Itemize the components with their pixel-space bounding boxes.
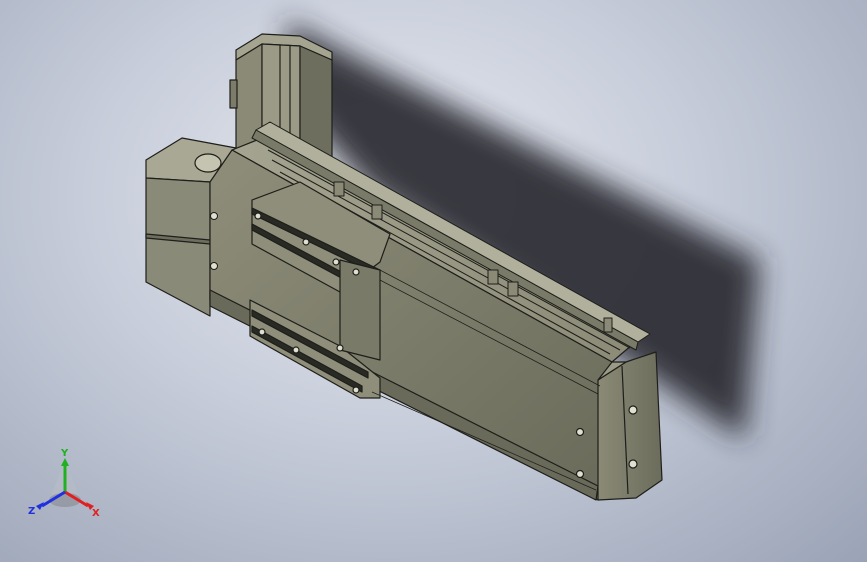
endcap-bolt-4	[575, 469, 585, 479]
endcap-bolt-3	[575, 427, 585, 437]
z-axis-label: Z	[28, 506, 35, 517]
housing-bolt-1	[210, 212, 218, 220]
carriage-bolt-5	[258, 328, 266, 336]
carriage-bolt-1	[254, 212, 262, 220]
axis-triad[interactable]: Y X Z	[28, 448, 102, 522]
carriage-bolt-3	[332, 258, 340, 266]
endcap-bolt-2	[628, 459, 638, 469]
y-axis-head	[61, 458, 69, 466]
endcap-bolt-1	[628, 405, 638, 415]
cad-viewport[interactable]: Y X Z	[0, 0, 867, 562]
carriage-bolt-4	[352, 268, 360, 276]
carriage-bolt-8	[352, 386, 360, 394]
x-axis-label: X	[92, 508, 100, 519]
linear-actuator-model[interactable]	[0, 0, 867, 562]
carriage-bolt-6	[292, 346, 300, 354]
y-axis-label: Y	[60, 448, 69, 459]
carriage-bolt-2	[302, 238, 310, 246]
housing-bore	[194, 153, 222, 173]
housing-bolt-2	[210, 262, 218, 270]
carriage-bolt-7	[336, 344, 344, 352]
